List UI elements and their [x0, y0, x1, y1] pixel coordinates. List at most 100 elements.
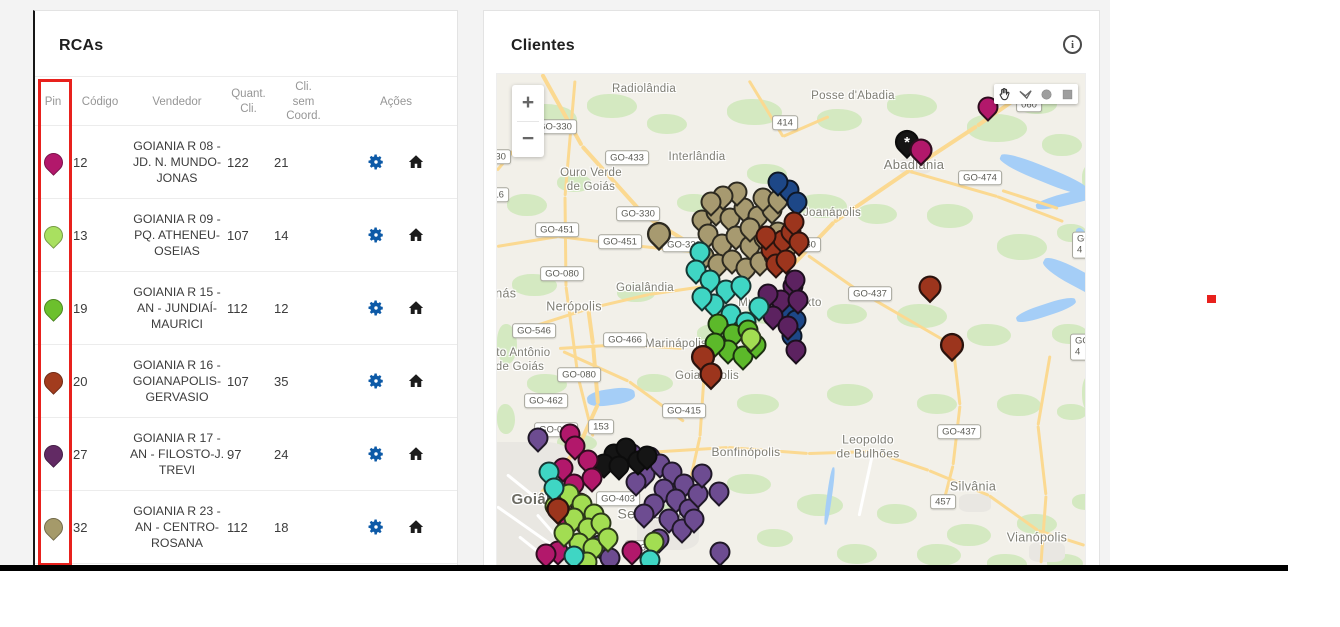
vendedor-cell: GOIANIA R 09 - PQ. ATHENEU-OSEIAS — [129, 211, 225, 260]
home-button[interactable] — [407, 518, 425, 536]
vendedor-cell: GOIANIA R 17 - AN - FILOSTO-J. TREVI — [129, 430, 225, 479]
map-water-body — [586, 386, 636, 409]
pin-cell — [35, 299, 71, 318]
rcas-panel-title: RCAs — [59, 37, 103, 55]
map-green-patch — [757, 529, 793, 547]
config-gear-button[interactable] — [367, 445, 385, 463]
table-row[interactable]: 27GOIANIA R 17 - AN - FILOSTO-J. TREVI97… — [35, 418, 457, 491]
rca-table-body: 12GOIANIA R 08 - JD. N. MUNDO-JONAS12221… — [35, 126, 457, 564]
cli-sem-coord-cell: 24 — [272, 447, 335, 462]
home-button[interactable] — [407, 153, 425, 171]
home-button[interactable] — [407, 445, 425, 463]
cli-sem-coord-cell: 12 — [272, 301, 335, 316]
quant-cli-cell: 97 — [225, 447, 272, 462]
vendedor-cell: GOIANIA R 08 - JD. N. MUNDO-JONAS — [129, 138, 225, 187]
map-green-patch — [827, 384, 873, 406]
red-dot-annotation — [1207, 295, 1216, 303]
map-town-label: Goialândia — [616, 282, 674, 296]
zoom-out-button[interactable]: − — [512, 122, 544, 158]
quant-cli-cell: 112 — [225, 520, 272, 535]
bottom-black-line-annotation — [0, 565, 1288, 571]
map-green-patch — [837, 544, 877, 564]
config-gear-button[interactable] — [367, 226, 385, 244]
map-green-patch — [857, 204, 897, 224]
config-gear-button[interactable] — [367, 153, 385, 171]
cli-sem-coord-cell: 21 — [272, 155, 335, 170]
map-zoom-control: + − — [512, 85, 544, 157]
polygon-select-icon[interactable] — [1015, 84, 1036, 104]
codigo-cell: 12 — [71, 155, 129, 170]
map-town-label: Ouro Verde de Goiás — [560, 167, 622, 195]
map-green-patch — [587, 94, 637, 118]
codigo-cell: 19 — [71, 301, 129, 316]
map-road-shield: GO-462 — [524, 393, 568, 408]
config-gear-button[interactable] — [367, 518, 385, 536]
map-town-label: nto Antônio de Goiás — [496, 347, 550, 375]
row-pin-icon — [40, 368, 67, 395]
map-green-patch — [497, 404, 515, 434]
map-road-shield: GO-4 — [1070, 334, 1086, 361]
row-pin-icon — [40, 514, 67, 541]
info-icon[interactable]: i — [1063, 35, 1082, 54]
column-header-codigo: Código — [71, 95, 129, 110]
client-map-pin[interactable] — [705, 537, 735, 567]
table-row[interactable]: 12GOIANIA R 08 - JD. N. MUNDO-JONAS12221 — [35, 126, 457, 199]
map-road-shield: GO-080 — [557, 367, 601, 382]
circle-select-icon[interactable] — [1036, 84, 1057, 104]
pin-cell — [35, 226, 71, 245]
map-town-label: Silvânia — [950, 480, 996, 495]
zoom-in-button[interactable]: + — [512, 85, 544, 121]
cli-sem-coord-cell: 14 — [272, 228, 335, 243]
clientes-map[interactable]: RadiolândiaPosse d'AbadiaInterlândiaOuro… — [496, 73, 1086, 568]
codigo-cell: 32 — [71, 520, 129, 535]
acoes-cell — [335, 445, 457, 463]
rectangle-select-icon[interactable] — [1057, 84, 1078, 104]
map-road-shield: GO-416 — [496, 187, 509, 202]
map-road-shield: GO-080 — [540, 266, 584, 281]
rca-table: PinCódigoVendedorQuant. Cli.Cli. sem Coo… — [35, 79, 457, 564]
client-map-pin[interactable] — [935, 328, 969, 362]
map-road-shield: GO-415 — [662, 403, 706, 418]
map-green-patch — [877, 504, 917, 524]
map-road-minor — [858, 456, 874, 517]
divider — [35, 76, 457, 77]
table-row[interactable]: 20GOIANIA R 16 - GOIANAPOLIS-GERVASIO107… — [35, 345, 457, 418]
quant-cli-cell: 122 — [225, 155, 272, 170]
map-road-shield: GO-330 — [496, 149, 511, 164]
home-button[interactable] — [407, 226, 425, 244]
table-row[interactable]: 13GOIANIA R 09 - PQ. ATHENEU-OSEIAS10714 — [35, 199, 457, 272]
acoes-cell — [335, 372, 457, 390]
codigo-cell: 20 — [71, 374, 129, 389]
pan-hand-icon[interactable] — [994, 84, 1015, 104]
table-row[interactable]: 32GOIANIA R 23 - AN - CENTRO-ROSANA11218 — [35, 491, 457, 564]
map-green-patch — [737, 394, 779, 414]
map-town-label: Vianópolis — [1007, 531, 1067, 546]
config-gear-button[interactable] — [367, 372, 385, 390]
row-pin-icon — [40, 295, 67, 322]
map-town-label: oianás — [496, 287, 516, 302]
map-green-patch — [967, 324, 1011, 346]
map-green-patch — [997, 394, 1041, 416]
pin-cell — [35, 445, 71, 464]
map-green-patch — [917, 544, 961, 566]
home-button[interactable] — [407, 299, 425, 317]
cli-sem-coord-cell: 35 — [272, 374, 335, 389]
map-town-label: Interlândia — [668, 151, 725, 165]
map-road-shield: GO-451 — [598, 234, 642, 249]
map-green-patch — [947, 524, 991, 546]
home-button[interactable] — [407, 372, 425, 390]
vendedor-cell: GOIANIA R 16 - GOIANAPOLIS-GERVASIO — [129, 357, 225, 406]
table-row[interactable]: 19GOIANIA R 15 - AN - JUNDIAÍ-MAURICI112… — [35, 272, 457, 345]
map-green-patch — [927, 204, 973, 228]
config-gear-button[interactable] — [367, 299, 385, 317]
map-town-label: Radiolândia — [612, 83, 676, 97]
column-header-cli-sem-coord: Cli. sem Coord. — [272, 80, 335, 125]
column-header-pin: Pin — [35, 95, 71, 110]
row-pin-icon — [40, 222, 67, 249]
map-road-shield: 414 — [772, 115, 798, 130]
map-road-shield: GO-330 — [616, 206, 660, 221]
map-green-patch — [1057, 404, 1086, 420]
map-road-shield: GO-546 — [512, 323, 556, 338]
map-town-label: Leopoldo de Bulhões — [836, 433, 899, 462]
client-map-pin[interactable] — [914, 271, 947, 304]
